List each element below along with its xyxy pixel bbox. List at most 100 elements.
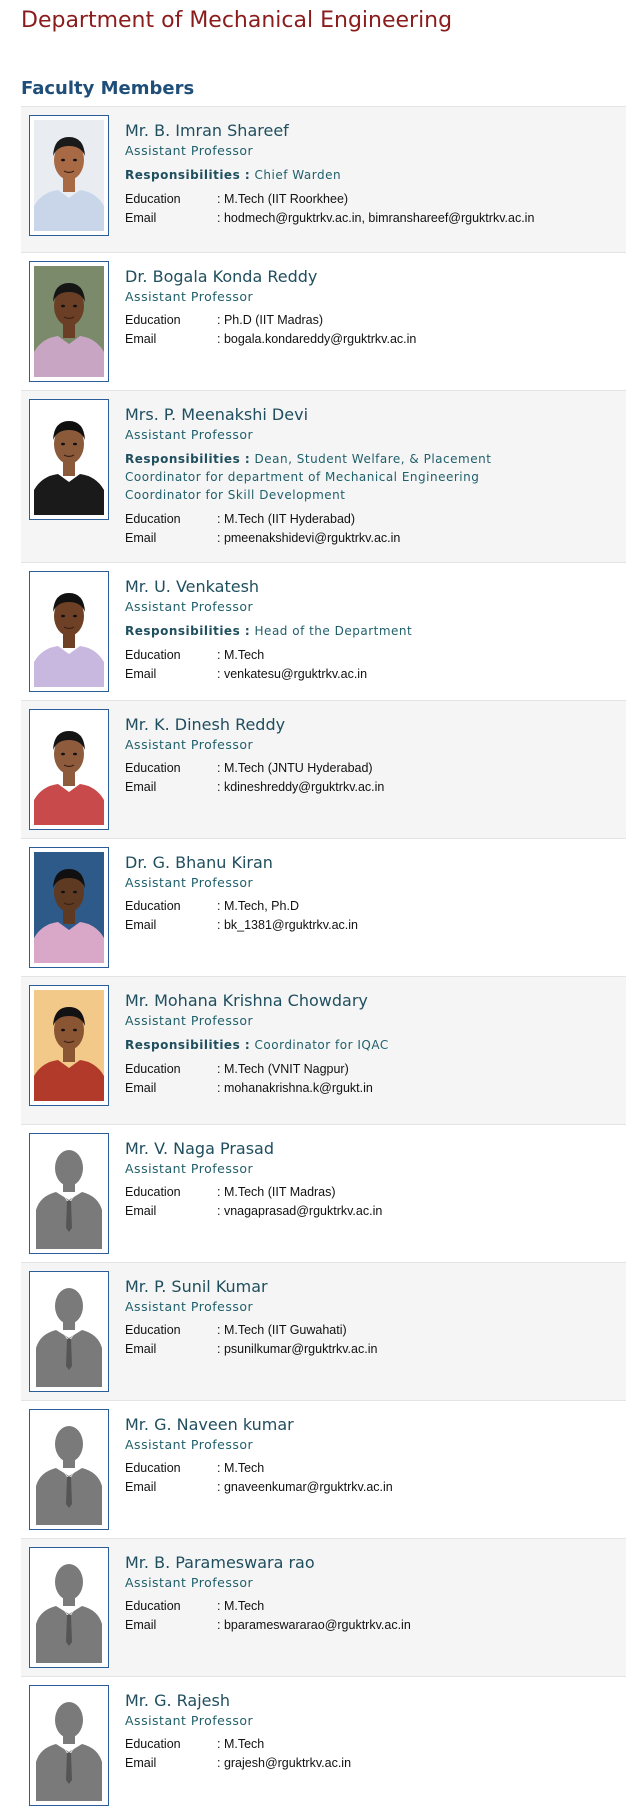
email-label: Email [125, 918, 157, 932]
faculty-card: Mr. B. Parameswara rao Assistant Professo… [21, 1538, 626, 1676]
faculty-designation: Assistant Professor [125, 599, 254, 614]
faculty-name: Dr. Bogala Konda Reddy [125, 267, 318, 286]
faculty-name: Mr. B. Parameswara rao [125, 1553, 315, 1572]
email-label: Email [125, 332, 157, 346]
faculty-card: Mr. Mohana Krishna Chowdary Assistant Pro… [21, 976, 626, 1124]
education-label: Education [125, 899, 181, 913]
education-label: Education [125, 761, 181, 775]
faculty-card: Mr. V. Naga Prasad Assistant Professor Edu… [21, 1124, 626, 1262]
faculty-responsibilities: Responsibilities : Head of the Departmen… [125, 622, 525, 640]
education-value: : M.Tech (JNTU Hyderabad) [217, 761, 373, 775]
portrait-photo-icon [34, 120, 104, 231]
email-label: Email [125, 211, 157, 225]
education-label: Education [125, 192, 181, 206]
email-label: Email [125, 531, 157, 545]
faculty-info: Mr. K. Dinesh Reddy Assistant Professor Ed… [125, 715, 620, 797]
email-value[interactable]: : hodmech@rguktrkv.ac.in, bimranshareef@… [217, 209, 534, 228]
avatar-silhouette-icon [34, 1690, 104, 1801]
faculty-info: Mr. V. Naga Prasad Assistant Professor Edu… [125, 1139, 620, 1221]
faculty-photo [29, 1685, 109, 1806]
faculty-details: Education: M.Tech, Ph.D Email: bk_1381@rg… [125, 897, 620, 935]
faculty-details: Education: M.Tech (IIT Roorkhee) Email : h… [125, 190, 620, 228]
responsibilities-value: Coordinator for IQAC [254, 1038, 389, 1052]
email-row: Email: gnaveenkumar@rguktrkv.ac.in [125, 1478, 620, 1497]
faculty-card: Mr. G. Naveen kumar Assistant Professor Ed… [21, 1400, 626, 1538]
education-row: Education: M.Tech (IIT Roorkhee) [125, 190, 620, 209]
education-row: Education: M.Tech [125, 1459, 620, 1478]
education-label: Education [125, 1062, 181, 1076]
education-label: Education [125, 313, 181, 327]
email-value[interactable]: : grajesh@rguktrkv.ac.in [217, 1754, 351, 1773]
education-row: Education: M.Tech [125, 1735, 620, 1754]
email-value[interactable]: : mohanakrishna.k@rgukt.in [217, 1079, 373, 1098]
email-label: Email [125, 1756, 157, 1770]
faculty-responsibilities: Responsibilities : Dean, Student Welfare… [125, 450, 525, 504]
email-row: Email : pmeenakshidevi@rguktrkv.ac.in [125, 529, 620, 548]
faculty-name: Mr. G. Rajesh [125, 1691, 230, 1710]
faculty-details: Education: M.Tech (IIT Hyderabad) Email : … [125, 510, 620, 548]
faculty-designation: Assistant Professor [125, 875, 254, 890]
education-row: Education: M.Tech (IIT Hyderabad) [125, 510, 620, 529]
faculty-info: Mr. B. Imran Shareef Assistant Professor R… [125, 121, 620, 228]
faculty-name: Mr. P. Sunil Kumar [125, 1277, 268, 1296]
education-label: Education [125, 1737, 181, 1751]
faculty-designation: Assistant Professor [125, 1299, 254, 1314]
email-value[interactable]: : gnaveenkumar@rguktrkv.ac.in [217, 1478, 393, 1497]
faculty-name: Mrs. P. Meenakshi Devi [125, 405, 309, 424]
email-label: Email [125, 1342, 157, 1356]
faculty-info: Mr. Mohana Krishna Chowdary Assistant Pro… [125, 991, 620, 1098]
education-value: : M.Tech [217, 1461, 265, 1475]
email-value[interactable]: : kdineshreddy@rguktrkv.ac.in [217, 778, 384, 797]
faculty-photo [29, 115, 109, 236]
faculty-designation: Assistant Professor [125, 427, 254, 442]
faculty-info: Mr. G. Naveen kumar Assistant Professor Ed… [125, 1415, 620, 1497]
section-title: Faculty Members [21, 78, 195, 99]
email-row: Email : bogala.kondareddy@rguktrkv.ac.in [125, 330, 620, 349]
faculty-details: Education: M.Tech Email: bparameswararao@… [125, 1597, 620, 1635]
avatar-silhouette-icon [34, 1138, 104, 1249]
faculty-photo [29, 571, 109, 692]
avatar-silhouette-icon [34, 1552, 104, 1663]
education-row: Education : M.Tech (JNTU Hyderabad) [125, 759, 620, 778]
faculty-details: Education: M.Tech (IIT Madras) Email : vna… [125, 1183, 620, 1221]
email-row: Email : psunilkumar@rguktrkv.ac.in [125, 1340, 620, 1359]
email-value[interactable]: : psunilkumar@rguktrkv.ac.in [217, 1340, 377, 1359]
faculty-photo [29, 709, 109, 830]
faculty-photo [29, 985, 109, 1106]
education-row: Education: M.Tech (IIT Guwahati) [125, 1321, 620, 1340]
email-value[interactable]: : bogala.kondareddy@rguktrkv.ac.in [217, 330, 416, 349]
faculty-designation: Assistant Professor [125, 1161, 254, 1176]
email-row: Email : bk_1381@rguktrkv.ac.in [125, 916, 620, 935]
faculty-photo [29, 1271, 109, 1392]
email-value[interactable]: : pmeenakshidevi@rguktrkv.ac.in [217, 529, 400, 548]
email-value[interactable]: : bparameswararao@rguktrkv.ac.in [217, 1616, 411, 1635]
responsibilities-label: Responsibilities : [125, 1038, 251, 1052]
education-value: : M.Tech (IIT Madras) [217, 1185, 336, 1199]
education-row: Education: M.Tech (VNIT Nagpur) [125, 1060, 620, 1079]
portrait-photo-icon [34, 266, 104, 377]
education-label: Education [125, 1599, 181, 1613]
faculty-photo [29, 261, 109, 382]
faculty-card: Dr. Bogala Konda Reddy Assistant Professo… [21, 252, 626, 390]
education-label: Education [125, 648, 181, 662]
faculty-photo [29, 1547, 109, 1668]
email-value[interactable]: : venkatesu@rguktrkv.ac.in [217, 665, 367, 684]
email-value[interactable]: : vnagaprasad@rguktrkv.ac.in [217, 1202, 382, 1221]
faculty-name: Mr. V. Naga Prasad [125, 1139, 275, 1158]
education-row: Education: M.Tech (IIT Madras) [125, 1183, 620, 1202]
email-row: Email : grajesh@rguktrkv.ac.in [125, 1754, 620, 1773]
education-value: : M.Tech [217, 1599, 265, 1613]
faculty-card: Mr. P. Sunil Kumar Assistant Professor Edu… [21, 1262, 626, 1400]
responsibilities-value: Head of the Department [254, 624, 413, 638]
education-value: : Ph.D (IIT Madras) [217, 313, 324, 327]
faculty-responsibilities: Responsibilities : Coordinator for IQAC [125, 1036, 525, 1054]
responsibilities-label: Responsibilities : [125, 168, 251, 182]
email-label: Email [125, 1204, 157, 1218]
email-row: Email: mohanakrishna.k@rgukt.in [125, 1079, 620, 1098]
education-label: Education [125, 1323, 181, 1337]
portrait-photo-icon [34, 714, 104, 825]
faculty-info: Mr. U. Venkatesh Assistant Professor Respo… [125, 577, 620, 684]
faculty-designation: Assistant Professor [125, 737, 254, 752]
email-value[interactable]: : bk_1381@rguktrkv.ac.in [217, 916, 358, 935]
faculty-name: Mr. G. Naveen kumar [125, 1415, 294, 1434]
